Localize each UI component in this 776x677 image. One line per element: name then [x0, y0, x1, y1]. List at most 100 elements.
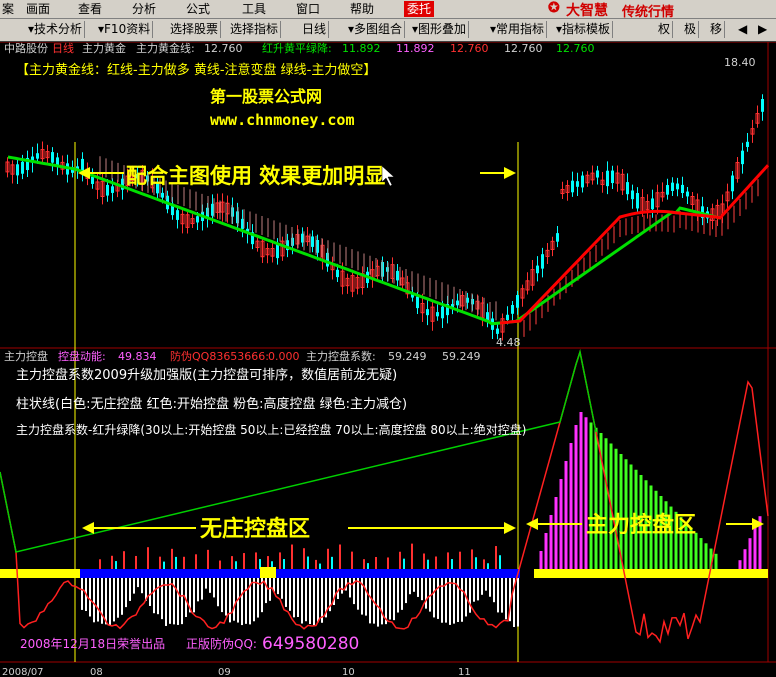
tab-tech-analysis-label: 技术分析: [34, 22, 83, 36]
candle-body-down: [571, 180, 574, 193]
menu-item-1[interactable]: 画面: [26, 1, 50, 17]
tab-common-indicator-label: 常用指标: [496, 22, 545, 36]
desc-line-2: 柱状线(白色:无庄控盘 红色:开始控盘 粉色:高度控盘 绿色:主力减仓): [16, 396, 407, 412]
coef-value-2: 59.249: [442, 350, 481, 363]
menu-item-5[interactable]: 工具: [242, 1, 266, 17]
candle-body-down: [611, 170, 614, 184]
candle-body-down: [311, 236, 314, 247]
menu-item-6[interactable]: 窗口: [296, 1, 320, 17]
candle-body-down: [441, 306, 444, 319]
golden-line-value: 12.760: [204, 42, 243, 55]
tab-indicator-template-label: 指标模板: [562, 22, 611, 36]
indicator-name: 主力黄金: [82, 42, 126, 55]
candle-body-down: [686, 191, 689, 197]
footer-credit: 2008年12月18日荣誉出品: [20, 637, 165, 651]
candle-body-down: [21, 161, 24, 174]
button-move[interactable]: 移: [708, 21, 726, 38]
candle-body-down: [496, 328, 499, 334]
tab-daily[interactable]: 日线: [300, 21, 330, 38]
candle-body-down: [436, 312, 439, 317]
band-yellow-left: [0, 569, 80, 578]
desc-line-1: 主力控盘系数2009升级加强版(主力控盘可排序，数值居前龙无疑): [16, 367, 397, 383]
trend-value-5: 12.760: [556, 42, 595, 55]
candle-body-down: [91, 176, 94, 184]
date-label-2: 09: [218, 667, 231, 677]
trend-label: 红升黄平绿降:: [262, 42, 332, 55]
sub-indicator-name: 主力控盘: [4, 349, 48, 363]
menu-item-2[interactable]: 查看: [78, 1, 102, 17]
momentum-label: 控盘动能:: [58, 349, 106, 363]
golden-line-label: 主力黄金线:: [136, 42, 195, 55]
candle-body-down: [606, 170, 609, 187]
candle-body-down: [511, 305, 514, 314]
period-label: 日线: [52, 42, 74, 55]
tab-overlay[interactable]: ▾图形叠加: [410, 21, 470, 38]
candle-body-down: [161, 192, 164, 198]
toolbar: ▾技术分析 ▾F10资料 选择股票 选择指标 日线 ▾多图组合 ▾图形叠加 ▾常…: [0, 19, 776, 42]
menu-item-3[interactable]: 分析: [132, 1, 156, 17]
zone-left-label: 无庄控盘区: [200, 516, 310, 542]
tab-overlay-label: 图形叠加: [418, 22, 467, 36]
menu-item-4[interactable]: 公式: [186, 1, 210, 17]
tab-f10-label: F10资料: [104, 22, 151, 36]
tab-indicator-template[interactable]: ▾指标模板: [554, 21, 614, 38]
candle-body-down: [176, 210, 179, 220]
menu-item-7[interactable]: 帮助: [350, 1, 374, 17]
site-url: www.chnmoney.com: [210, 111, 355, 129]
tab-multi-chart-label: 多图组合: [354, 22, 403, 36]
site-name: 第一股票公式网: [210, 87, 322, 106]
tab-f10[interactable]: ▾F10资料: [96, 21, 154, 38]
button-rights[interactable]: 权: [656, 21, 674, 38]
candle-body-down: [746, 141, 749, 147]
tab-common-indicator[interactable]: ▾常用指标: [488, 21, 548, 38]
button-left-arrow[interactable]: ◀: [736, 21, 749, 38]
menu-item-0[interactable]: 案: [2, 1, 14, 17]
footer-qq-label: 正版防伪QQ:: [186, 636, 257, 651]
candle-body-down: [416, 296, 419, 309]
button-extreme[interactable]: 极: [682, 21, 700, 38]
stock-name: 中路股份: [4, 42, 48, 55]
price-high-label: 18.40: [724, 56, 756, 69]
trend-value-3: 12.760: [450, 42, 489, 55]
trade-badge[interactable]: 委托: [404, 1, 435, 17]
candle-body-down: [106, 184, 109, 196]
candle-body-down: [631, 190, 634, 200]
coef-value-1: 59.249: [388, 350, 427, 363]
tab-select-stock[interactable]: 选择股票: [168, 21, 222, 38]
zone-right-arrow-r-icon: [752, 518, 764, 530]
qq-label: 防伪QQ83653666:: [170, 349, 269, 363]
candle-body-down: [51, 152, 54, 163]
candle-body-down: [636, 193, 639, 209]
chart-area[interactable]: 中路股份 日线 主力黄金 主力黄金线: 12.760 红升黄平绿降: 11.89…: [0, 42, 776, 677]
candle-body-down: [556, 233, 559, 242]
control-coef-line-red: [0, 349, 769, 644]
tab-multi-chart[interactable]: ▾多图组合: [346, 21, 406, 38]
button-right-arrow[interactable]: ▶: [756, 21, 769, 38]
legend-text: 【主力黄金线：红线-主力做多 黄线-注意变盘 绿线-主力做空】: [16, 62, 376, 78]
coef-label: 主力控盘系数:: [306, 349, 376, 363]
brand-logo-icon: ✪: [548, 0, 560, 16]
trend-value-1: 11.892: [342, 42, 381, 55]
momentum-value: 49.834: [118, 350, 157, 363]
candle-body-down: [396, 270, 399, 281]
brand-name: 大智慧: [566, 3, 608, 19]
zone-right-arrow-l-icon: [526, 518, 538, 530]
footer-qq-number: 649580280: [262, 634, 359, 654]
candle-body-down: [516, 295, 519, 308]
candle-body-down: [111, 186, 114, 193]
band-blue: [80, 569, 520, 578]
tab-tech-analysis[interactable]: ▾技术分析: [26, 21, 86, 38]
candle-body-down: [681, 184, 684, 193]
candle-body-down: [506, 314, 509, 321]
candle-body-down: [761, 99, 764, 112]
candle-body-down: [541, 254, 544, 269]
candle-body-down: [536, 265, 539, 274]
candle-body-down: [276, 244, 279, 259]
tab-select-indicator[interactable]: 选择指标: [228, 21, 282, 38]
candle-body-down: [651, 198, 654, 210]
date-label-1: 08: [90, 667, 103, 677]
zone-right-label: 主力控盘区: [586, 512, 696, 538]
candle-body-down: [456, 300, 459, 306]
candle-body-down: [16, 164, 19, 176]
candle-body-down: [676, 183, 679, 190]
